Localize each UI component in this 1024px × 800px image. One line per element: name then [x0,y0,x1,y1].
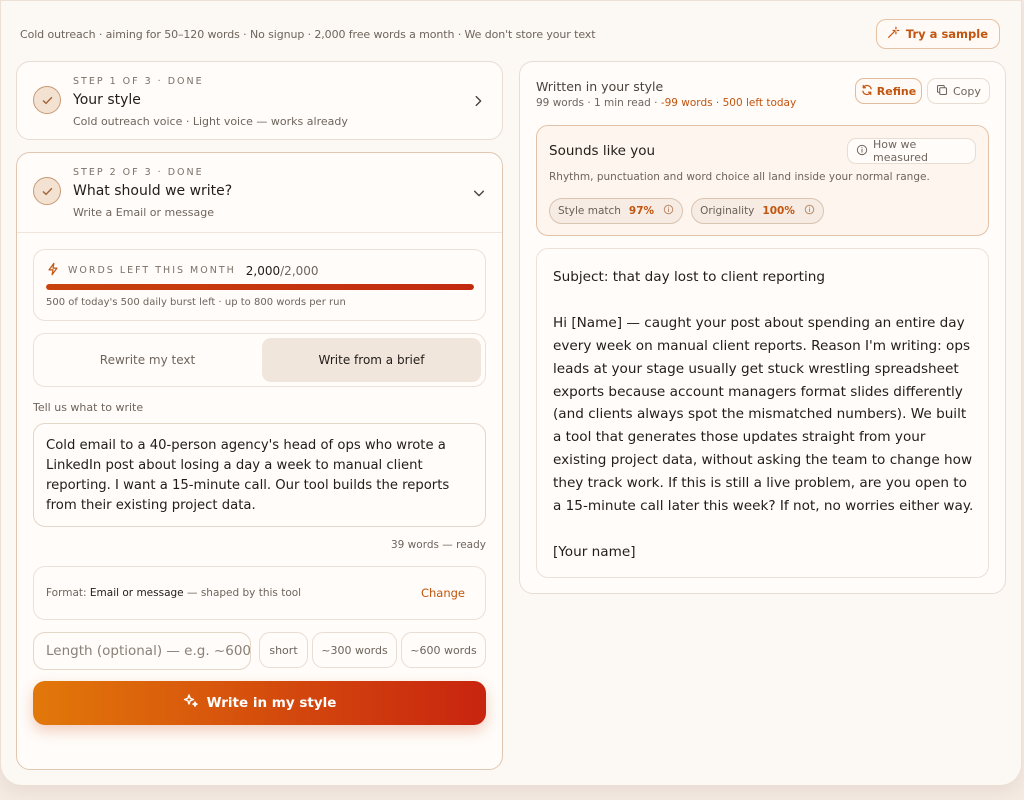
sounds-description: Rhythm, punctuation and word choice all … [549,171,930,183]
how-we-measured-label: How we measured [873,138,928,164]
format-suffix: — shaped by this tool [183,587,302,599]
refine-button[interactable]: Refine [855,78,922,104]
email-text: Subject: that day lost to client reporti… [553,266,976,564]
sounds-title: Sounds like you [549,143,656,159]
quota-used: 2,000 [245,263,281,278]
refresh-icon [861,84,873,99]
format-prefix: Format: [46,587,90,599]
check-icon [33,86,61,114]
info-icon [856,144,868,159]
output-left-today: 500 left today [722,97,797,109]
change-format-link[interactable]: Change [421,586,465,600]
length-chip-short[interactable]: short [259,632,308,668]
mode-toggle: Rewrite my text Write from a brief [33,333,486,387]
step2-header[interactable]: STEP 2 OF 3 · DONE What should we write?… [17,153,502,233]
tab-rewrite-label: Rewrite my text [99,353,196,367]
info-icon[interactable] [804,204,815,218]
try-sample-label: Try a sample [905,27,988,41]
tab-brief[interactable]: Write from a brief [262,338,481,382]
output-delta: -99 words [660,97,713,109]
sounds-like-you-box: Sounds like you How we measured Rhythm, … [536,125,989,236]
format-box: Format: Email or message — shaped by thi… [33,566,486,620]
write-button-label: Write in my style [206,695,337,711]
length-placeholder: Length (optional) — e.g. ~600 [46,643,251,659]
output-sep: · [712,97,723,109]
quota-total: /2,000 [280,263,319,278]
originality-label: Originality [700,205,755,217]
originality-value: 100% [762,205,795,217]
tab-rewrite[interactable]: Rewrite my text [38,338,257,382]
refine-label: Refine [876,84,917,98]
style-match-value: 97% [628,205,655,217]
step2-subtitle: Write a Email or message [73,206,214,219]
output-read-time: · 1 min read · [583,97,661,109]
style-match-pill: Style match 97% [549,198,684,224]
try-sample-button[interactable]: Try a sample [875,19,1000,49]
email-body: Hi [Name] — caught your post about spend… [553,314,974,515]
style-match-label: Style match [558,205,621,217]
quota-progress-track [46,284,474,290]
how-we-measured-button[interactable]: How we measured [847,138,976,164]
copy-button[interactable]: Copy [927,78,990,104]
quota-note: 500 of today's 500 daily burst left · up… [46,297,346,308]
info-icon[interactable] [663,204,674,218]
format-value: Email or message [89,587,184,599]
originality-pill: Originality 100% [691,198,824,224]
output-meta: 99 words · 1 min read · -99 words · 500 … [536,97,796,109]
word-count: 39 words — ready [390,539,486,551]
sparkles-icon [183,693,199,713]
email-output-box: Subject: that day lost to client reporti… [536,248,989,578]
step2-card: STEP 2 OF 3 · DONE What should we write?… [16,152,503,770]
quota-label: WORDS LEFT THIS MONTH [68,265,236,276]
chevron-down-icon [472,185,486,204]
step2-title: What should we write? [73,183,233,199]
step1-card[interactable]: STEP 1 OF 3 · DONE Your style Cold outre… [16,61,503,140]
brief-text: Cold email to a 40-person agency's head … [46,438,450,513]
length-input[interactable]: Length (optional) — e.g. ~600 [33,632,251,670]
quota-box: WORDS LEFT THIS MONTH 2,000 /2,000 500 o… [33,249,486,321]
output-word-count: 99 words [536,97,584,109]
quota-progress-fill [46,284,474,290]
step1-subtitle: Cold outreach voice · Light voice — work… [73,115,348,128]
length-chip-600[interactable]: ~600 words [401,632,486,668]
step2-eyebrow: STEP 2 OF 3 · DONE [73,167,204,178]
copy-icon [936,84,948,99]
output-card: Written in your style 99 words · 1 min r… [519,61,1006,594]
length-chip-300[interactable]: ~300 words [312,632,397,668]
email-signoff: [Your name] [553,543,636,560]
format-line: Format: Email or message — shaped by thi… [46,587,301,599]
copy-label: Copy [953,84,981,98]
brief-label: Tell us what to write [33,401,144,414]
topbar-info: Cold outreach · aiming for 50–120 words … [20,27,596,41]
topbar: Cold outreach · aiming for 50–120 words … [20,19,1000,49]
write-in-my-style-button[interactable]: Write in my style [33,681,486,725]
magic-wand-icon [887,26,900,42]
lightning-icon [46,261,60,280]
output-title: Written in your style [536,79,664,94]
email-subject: Subject: that day lost to client reporti… [553,269,825,285]
brief-textarea[interactable]: Cold email to a 40-person agency's head … [33,423,486,527]
check-icon [33,177,61,205]
app-window: Cold outreach · aiming for 50–120 words … [0,0,1022,786]
step1-title: Your style [73,92,141,108]
tab-brief-label: Write from a brief [318,353,425,367]
chevron-right-icon [471,93,485,112]
step1-eyebrow: STEP 1 OF 3 · DONE [73,76,204,87]
